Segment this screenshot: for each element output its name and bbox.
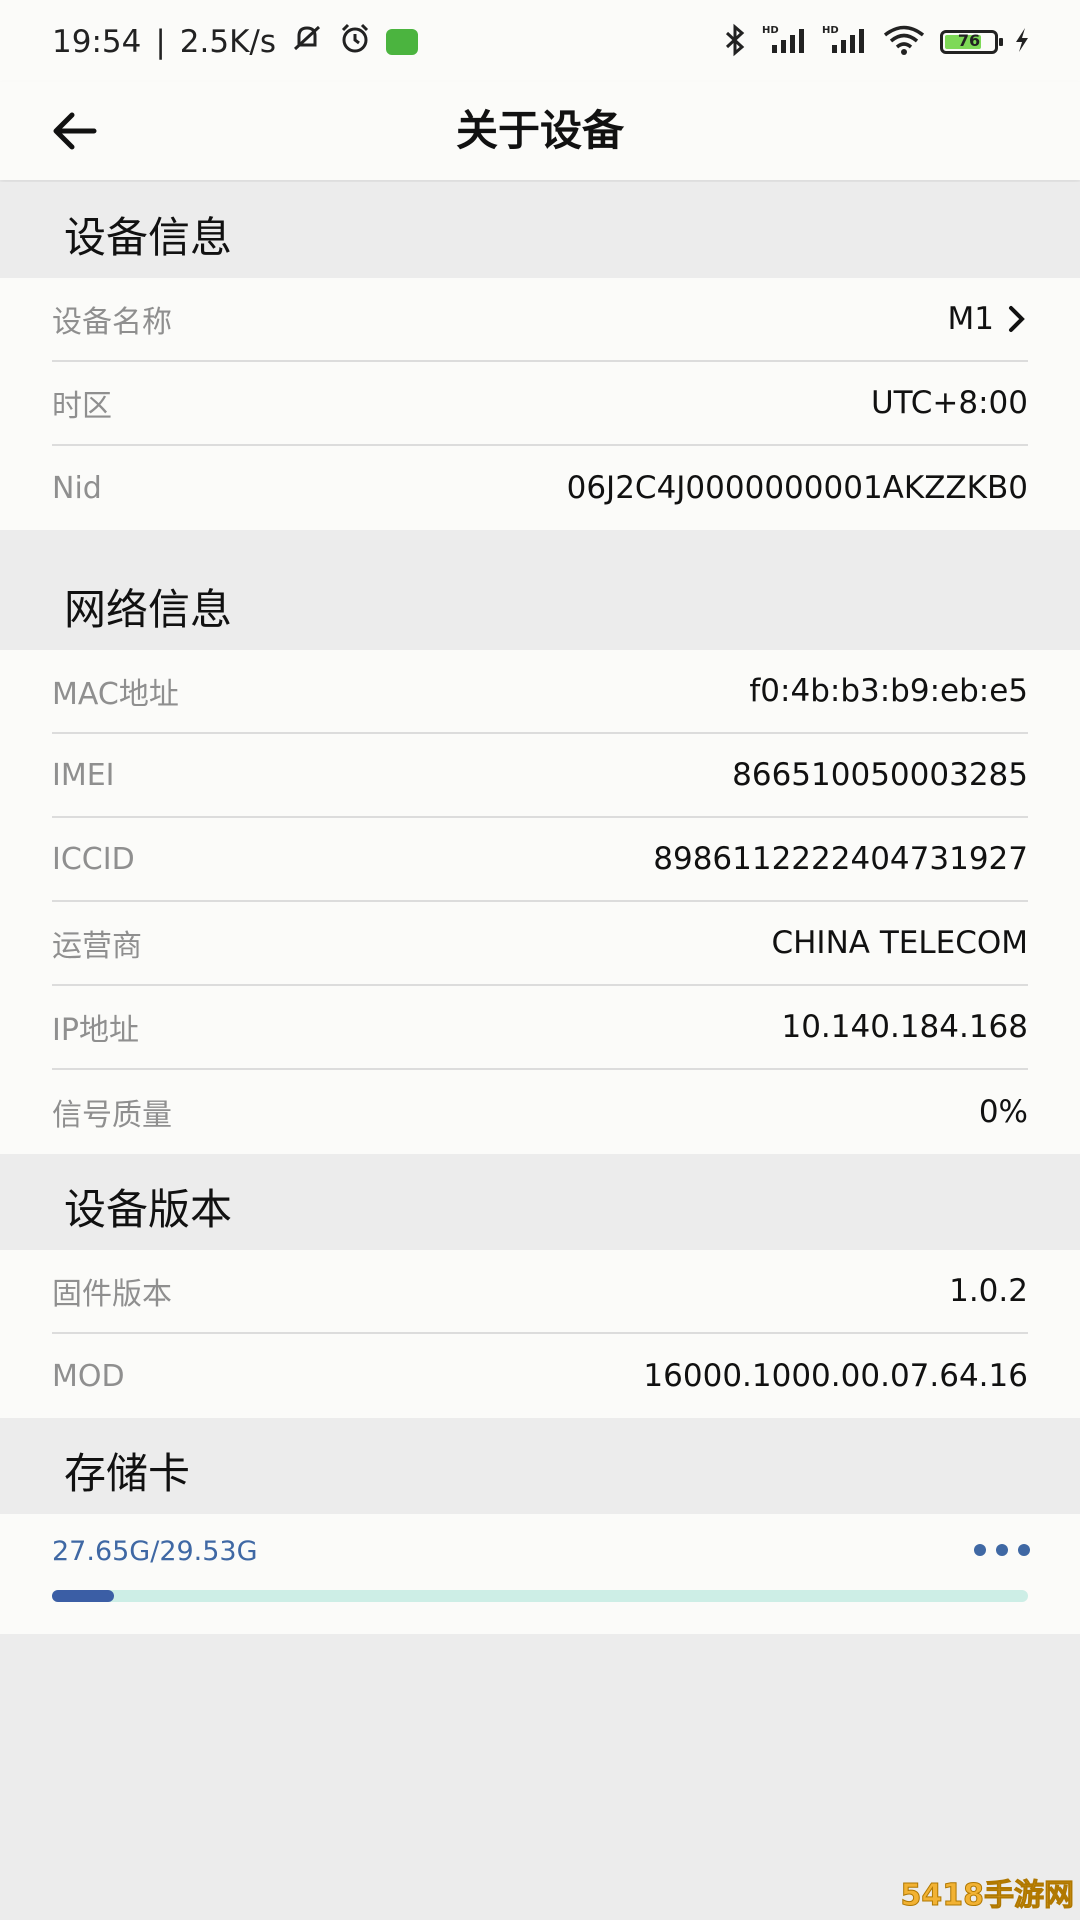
wifi-icon: [882, 23, 926, 61]
more-options-button[interactable]: [974, 1544, 1030, 1556]
device-version-card: 固件版本 1.0.2 MOD 16000.1000.00.07.64.16: [0, 1250, 1080, 1418]
app-header: 关于设备: [0, 82, 1080, 180]
section-header-device-version: 设备版本: [0, 1154, 1080, 1250]
network-info-card: MAC地址 f0:4b:b3:b9:eb:e5 IMEI 86651005000…: [0, 650, 1080, 1154]
row-label: ICCID: [52, 841, 135, 877]
charging-icon: [1012, 23, 1032, 61]
status-bar: 19:54 | 2.5K/s HD HD 76: [0, 0, 1080, 82]
row-value: 06J2C4J0000000001AKZZKB0: [566, 470, 1028, 506]
battery-icon: 76: [940, 30, 1003, 54]
row-label: 固件版本: [52, 1277, 172, 1312]
row-value: 89861122224047319​27: [653, 841, 1028, 877]
storage-progress-bar: [52, 1590, 1028, 1602]
bluetooth-icon: [722, 23, 748, 61]
row-value: CHINA TELECOM: [771, 925, 1028, 961]
row-value: 16000.1000.00.07.64.16: [643, 1358, 1028, 1394]
section-title: 设备信息: [64, 213, 233, 262]
watermark-logo: 5418手游网: [900, 1878, 1074, 1914]
storage-card: 27.65G/29.53G: [0, 1514, 1080, 1634]
section-title: 网络信息: [64, 585, 233, 634]
row-value: UTC+8:00: [870, 385, 1028, 421]
storage-progress-fill: [52, 1590, 115, 1602]
section-header-storage: 存储卡: [0, 1418, 1080, 1514]
firmware-row: 固件版本 1.0.2: [52, 1250, 1028, 1334]
chevron-right-icon: [1009, 306, 1025, 332]
app-notification-icon: [386, 29, 419, 55]
signal-2-icon: HD: [822, 23, 868, 61]
status-separator: |: [155, 24, 166, 60]
dot: [1018, 1544, 1030, 1556]
row-label: MOD: [52, 1358, 125, 1394]
row-label: IP地址: [52, 1013, 139, 1048]
device-name-row[interactable]: 设备名称 M1: [52, 278, 1028, 362]
imei-row: IMEI 866510050003285: [52, 734, 1028, 818]
section-header-device-info: 设备信息: [0, 182, 1080, 278]
back-arrow-icon: [53, 112, 97, 150]
alarm-icon: [338, 21, 372, 63]
battery-level: 76: [957, 31, 981, 50]
row-label: 设备名称: [52, 305, 172, 340]
timezone-row: 时区 UTC+8:00: [52, 362, 1028, 446]
iccid-row: ICCID 89861122224047319​27: [52, 818, 1028, 902]
back-button[interactable]: [48, 104, 102, 158]
section-header-network-info: 网络信息: [0, 530, 1080, 650]
status-net-speed: 2.5K/s: [179, 24, 277, 60]
signal-1-icon: HD: [762, 23, 808, 61]
device-info-card: 设备名称 M1 时区 UTC+8:00 Nid 06J2C4J000000000…: [0, 278, 1080, 530]
ip-row: IP地址 10.140.184.168: [52, 986, 1028, 1070]
row-value: f0:4b:b3:b9:eb:e5: [749, 673, 1028, 709]
svg-text:HD: HD: [822, 25, 839, 36]
storage-usage-text: 27.65G/29.53G: [52, 1536, 258, 1567]
row-value: 10.140.184.168: [781, 1009, 1028, 1045]
row-value: 0%: [978, 1094, 1028, 1130]
carrier-row: 运营商 CHINA TELECOM: [52, 902, 1028, 986]
dot: [974, 1544, 986, 1556]
nid-row: Nid 06J2C4J0000000001AKZZKB0: [52, 446, 1028, 530]
row-value: M1: [948, 301, 1028, 337]
row-value: 866510050003285: [732, 757, 1028, 793]
row-label: 运营商: [52, 929, 142, 964]
row-label: MAC地址: [52, 677, 179, 712]
row-label: Nid: [52, 470, 102, 506]
device-name-value: M1: [947, 301, 994, 337]
mac-row: MAC地址 f0:4b:b3:b9:eb:e5: [52, 650, 1028, 734]
muted-notification-icon: [290, 21, 324, 63]
row-label: 时区: [52, 389, 112, 424]
row-label: IMEI: [52, 757, 115, 793]
status-left: 19:54 | 2.5K/s: [52, 20, 419, 64]
row-label: 信号质量: [52, 1098, 172, 1133]
page-title: 关于设备: [455, 106, 624, 155]
mod-row: MOD 16000.1000.00.07.64.16: [52, 1334, 1028, 1418]
status-right: HD HD 76: [722, 20, 1032, 64]
svg-text:HD: HD: [762, 25, 779, 36]
row-value: 1.0.2: [949, 1273, 1028, 1309]
dot: [996, 1544, 1008, 1556]
signal-quality-row: 信号质量 0%: [52, 1070, 1028, 1154]
section-title: 设备版本: [64, 1185, 233, 1234]
section-title: 存储卡: [64, 1449, 191, 1498]
status-time: 19:54: [52, 24, 142, 60]
